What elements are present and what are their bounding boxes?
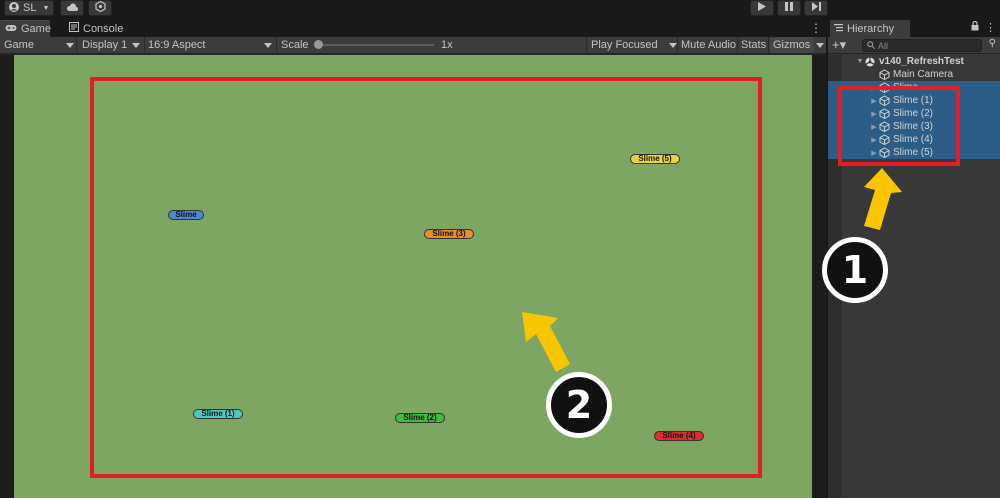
step-2-badge: 2 — [546, 372, 612, 438]
divider — [76, 37, 77, 53]
play-button[interactable] — [750, 0, 774, 16]
game-tab-strip: Game Console ⋮ — [0, 18, 826, 37]
divider — [677, 37, 678, 53]
scale-slider-thumb[interactable] — [313, 40, 323, 49]
lock-icon[interactable] — [971, 20, 979, 34]
account-icon — [9, 1, 19, 15]
tab-console-label: Console — [83, 22, 124, 35]
pause-icon — [785, 2, 793, 14]
arrow-up-icon — [864, 168, 902, 230]
gizmos-dropdown[interactable] — [814, 37, 826, 53]
aspect-label: 16:9 Aspect — [148, 39, 206, 51]
kebab-menu-icon[interactable]: ⋮ — [985, 21, 996, 34]
tab-console[interactable]: Console — [64, 20, 128, 37]
pause-button[interactable] — [777, 0, 801, 16]
console-icon — [69, 22, 79, 35]
tab-hierarchy-label: Hierarchy — [847, 22, 895, 35]
stats-toggle[interactable]: Stats — [741, 37, 766, 53]
search-options-icon[interactable]: ⚲ — [989, 38, 996, 49]
scene-row[interactable]: ▼ v140_RefreshTest — [828, 55, 1000, 68]
collab-icon — [94, 0, 106, 15]
slime-label: Slime (3) — [424, 229, 474, 239]
scale-value: 1x — [441, 39, 453, 51]
slime-label: Slime (5) — [630, 154, 680, 164]
search-icon — [867, 40, 875, 51]
chevron-down-icon: ▼ — [42, 4, 50, 12]
item-label: Main Camera — [893, 69, 954, 80]
game-toolbar: Game Display 1 16:9 Aspect Scale 1x Play… — [0, 37, 826, 54]
slime-label: Slime (4) — [654, 431, 704, 441]
viewport-margin-left — [0, 55, 14, 498]
cloud-icon — [66, 2, 78, 14]
gizmos-toggle[interactable]: Gizmos — [770, 37, 814, 53]
chevron-down-icon — [264, 43, 272, 48]
play-focused-dropdown[interactable]: Play Focused — [591, 37, 677, 53]
account-label: SL — [23, 2, 37, 14]
account-dropdown[interactable]: SL ▼ — [4, 0, 54, 16]
hierarchy-tab-strip: Hierarchy ⋮ — [828, 18, 1000, 37]
slime-label: Slime (1) — [193, 409, 243, 419]
step-button[interactable] — [804, 0, 828, 16]
game-panel: Game Console ⋮ Game Display 1 16:9 Aspec… — [0, 18, 826, 498]
aspect-dropdown[interactable]: 16:9 Aspect — [148, 37, 274, 53]
hierarchy-tab-icons: ⋮ — [971, 20, 996, 34]
play-icon — [758, 2, 766, 14]
chevron-down-icon — [132, 43, 140, 48]
chevron-down-icon — [66, 43, 74, 48]
tab-game[interactable]: Game — [0, 20, 51, 37]
hierarchy-toolbar: +▾ All ⚲ — [828, 37, 1000, 54]
slime-label: Slime — [168, 210, 204, 220]
chevron-down-icon — [669, 43, 677, 48]
collab-button[interactable] — [88, 0, 112, 16]
step-icon — [811, 2, 821, 14]
play-focused-label: Play Focused — [591, 39, 658, 51]
divider — [144, 37, 145, 53]
game-mode-dropdown[interactable]: Game — [4, 37, 74, 53]
display-dropdown[interactable]: Display 1 — [82, 37, 142, 53]
divider — [586, 37, 587, 53]
expand-arrow-icon[interactable]: ▼ — [856, 58, 864, 65]
divider — [737, 37, 738, 53]
camera-icon — [878, 69, 890, 81]
tab-game-label: Game — [21, 23, 51, 35]
add-icon[interactable]: +▾ — [832, 37, 846, 53]
divider — [768, 37, 769, 53]
display-label: Display 1 — [82, 39, 128, 51]
scale-label: Scale — [281, 39, 309, 51]
list-item[interactable]: Main Camera — [828, 68, 1000, 81]
tab-hierarchy[interactable]: Hierarchy — [830, 20, 910, 37]
mute-audio-toggle[interactable]: Mute Audio — [681, 37, 736, 53]
step-1-badge: 1 — [822, 237, 888, 303]
slime-label: Slime (2) — [395, 413, 445, 423]
top-toolbar: SL ▼ — [0, 0, 1000, 18]
hierarchy-search-input[interactable]: All — [862, 39, 982, 52]
divider — [276, 37, 277, 53]
highlight-box-hierarchy — [838, 86, 960, 166]
game-mode-label: Game — [4, 39, 34, 51]
list-icon — [834, 23, 843, 35]
arrow-up-left-icon — [522, 312, 570, 372]
gamepad-icon — [5, 23, 17, 35]
scene-name: v140_RefreshTest — [879, 56, 964, 67]
unity-scene-icon — [864, 56, 876, 68]
panel-menu-icon[interactable]: ⋮ — [810, 21, 822, 35]
game-viewport[interactable]: Slime Slime (1) Slime (2) Slime (3) Slim… — [14, 55, 812, 498]
cloud-button[interactable] — [60, 0, 84, 16]
scale-slider-track[interactable] — [316, 44, 434, 46]
search-placeholder: All — [878, 40, 889, 51]
chevron-down-icon — [816, 43, 824, 48]
